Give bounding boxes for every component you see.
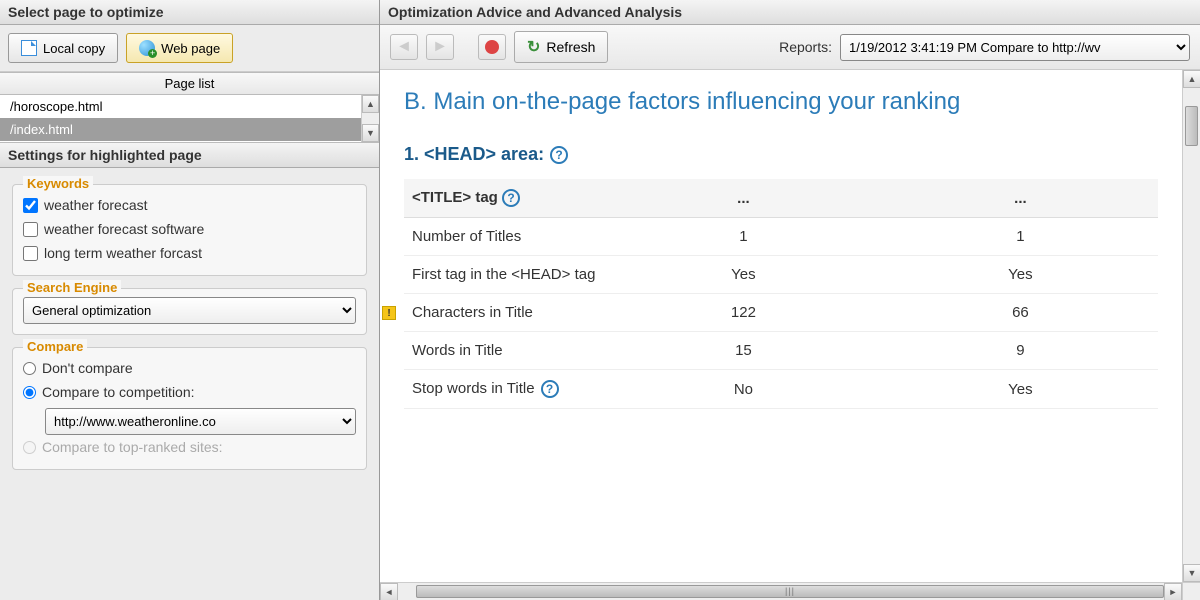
scroll-left-icon[interactable]: ◄ bbox=[380, 583, 398, 600]
table-header: <TITLE> tag ? bbox=[404, 179, 604, 218]
keyword-checkbox-row[interactable]: long term weather forcast bbox=[23, 241, 356, 265]
local-copy-label: Local copy bbox=[43, 41, 105, 56]
document-icon bbox=[21, 40, 37, 56]
search-engine-select[interactable]: General optimization bbox=[23, 297, 356, 324]
local-copy-button[interactable]: Local copy bbox=[8, 33, 118, 63]
keyword-checkbox-row[interactable]: weather forecast bbox=[23, 193, 356, 217]
table-cell: 122 bbox=[604, 294, 883, 332]
table-cell: 66 bbox=[883, 294, 1158, 332]
help-icon[interactable]: ? bbox=[550, 146, 568, 164]
table-cell: No bbox=[604, 370, 883, 409]
compare-competition-radio-row[interactable]: Compare to competition: bbox=[23, 380, 356, 404]
keywords-fieldset: Keywords weather forecast weather foreca… bbox=[12, 184, 367, 276]
compare-dont-label: Don't compare bbox=[42, 360, 133, 376]
compare-topranked-radio[interactable] bbox=[23, 441, 36, 454]
page-list-item[interactable]: /horoscope.html bbox=[0, 95, 379, 118]
scroll-down-icon[interactable]: ▼ bbox=[1183, 564, 1200, 582]
table-row: First tag in the <HEAD> tagYesYes bbox=[404, 256, 1158, 294]
settings-header: Settings for highlighted page bbox=[0, 143, 379, 168]
nav-back-button[interactable] bbox=[390, 34, 418, 60]
refresh-label: Refresh bbox=[546, 39, 595, 55]
search-engine-fieldset: Search Engine General optimization bbox=[12, 288, 367, 335]
compare-legend: Compare bbox=[23, 339, 87, 354]
compare-topranked-label: Compare to top-ranked sites: bbox=[42, 439, 223, 455]
content-horizontal-scrollbar[interactable]: ◄ ► bbox=[380, 582, 1182, 600]
table-row: Words in Title159 bbox=[404, 332, 1158, 370]
keyword-label: weather forecast bbox=[44, 197, 148, 213]
scroll-thumb[interactable] bbox=[416, 585, 1164, 598]
scroll-up-icon[interactable]: ▲ bbox=[362, 95, 379, 113]
compare-dont-radio-row[interactable]: Don't compare bbox=[23, 356, 356, 380]
table-cell: 1 bbox=[883, 218, 1158, 256]
left-panel-header: Select page to optimize bbox=[0, 0, 379, 25]
keyword-checkbox-row[interactable]: weather forecast software bbox=[23, 217, 356, 241]
table-header: ... bbox=[604, 179, 883, 218]
keyword-checkbox[interactable] bbox=[23, 222, 38, 237]
compare-competition-radio[interactable] bbox=[23, 386, 36, 399]
nav-forward-button[interactable] bbox=[426, 34, 454, 60]
table-cell-label: !Characters in Title bbox=[404, 294, 604, 332]
subsection-label: 1. <HEAD> area: bbox=[404, 144, 544, 165]
table-cell: 15 bbox=[604, 332, 883, 370]
stop-icon bbox=[485, 40, 499, 54]
scroll-up-icon[interactable]: ▲ bbox=[1183, 70, 1200, 88]
compare-competition-label: Compare to competition: bbox=[42, 384, 195, 400]
table-row: !Characters in Title12266 bbox=[404, 294, 1158, 332]
compare-topranked-radio-row[interactable]: Compare to top-ranked sites: bbox=[23, 435, 356, 459]
table-cell: Yes bbox=[883, 370, 1158, 409]
nav-stop-button[interactable] bbox=[478, 34, 506, 60]
right-panel-header: Optimization Advice and Advanced Analysi… bbox=[380, 0, 1200, 25]
table-cell-label: Number of Titles bbox=[404, 218, 604, 256]
scroll-corner bbox=[1182, 582, 1200, 600]
content-vertical-scrollbar[interactable]: ▲ ▼ bbox=[1182, 70, 1200, 582]
keywords-legend: Keywords bbox=[23, 176, 93, 191]
compare-competition-select[interactable]: http://www.weatheronline.co bbox=[45, 408, 356, 435]
table-row: Stop words in Title?NoYes bbox=[404, 370, 1158, 409]
web-page-label: Web page bbox=[161, 41, 220, 56]
compare-fieldset: Compare Don't compare Compare to competi… bbox=[12, 347, 367, 470]
scroll-right-icon[interactable]: ► bbox=[1164, 583, 1182, 600]
help-icon[interactable]: ? bbox=[502, 189, 520, 207]
table-cell: 1 bbox=[604, 218, 883, 256]
scroll-down-icon[interactable]: ▼ bbox=[362, 124, 379, 142]
warning-icon: ! bbox=[382, 306, 396, 320]
page-list-header: Page list bbox=[0, 72, 379, 95]
table-row: Number of Titles11 bbox=[404, 218, 1158, 256]
section-title: B. Main on-the-page factors influencing … bbox=[404, 88, 1158, 116]
keyword-checkbox[interactable] bbox=[23, 198, 38, 213]
keyword-label: weather forecast software bbox=[44, 221, 204, 237]
table-cell-label: First tag in the <HEAD> tag bbox=[404, 256, 604, 294]
analysis-table: <TITLE> tag ? ... ... Number of Titles11… bbox=[404, 179, 1158, 409]
table-cell-label: Words in Title bbox=[404, 332, 604, 370]
globe-icon bbox=[139, 40, 155, 56]
compare-dont-radio[interactable] bbox=[23, 362, 36, 375]
subsection-title: 1. <HEAD> area: ? bbox=[404, 144, 1158, 165]
reports-label: Reports: bbox=[779, 39, 832, 55]
table-cell: Yes bbox=[604, 256, 883, 294]
page-list-scrollbar[interactable]: ▲ ▼ bbox=[361, 95, 379, 142]
refresh-button[interactable]: Refresh bbox=[514, 31, 608, 63]
help-icon[interactable]: ? bbox=[541, 380, 559, 398]
keyword-checkbox[interactable] bbox=[23, 246, 38, 261]
search-engine-legend: Search Engine bbox=[23, 280, 121, 295]
page-list-item[interactable]: /index.html bbox=[0, 118, 379, 141]
keyword-label: long term weather forcast bbox=[44, 245, 202, 261]
scroll-thumb[interactable] bbox=[1185, 106, 1198, 146]
table-cell: Yes bbox=[883, 256, 1158, 294]
web-page-button[interactable]: Web page bbox=[126, 33, 233, 63]
refresh-icon bbox=[527, 37, 540, 57]
reports-select[interactable]: 1/19/2012 3:41:19 PM Compare to http://w… bbox=[840, 34, 1190, 61]
table-cell-label: Stop words in Title? bbox=[404, 370, 604, 409]
table-header: ... bbox=[883, 179, 1158, 218]
table-cell: 9 bbox=[883, 332, 1158, 370]
table-header-label: <TITLE> tag bbox=[412, 189, 498, 206]
